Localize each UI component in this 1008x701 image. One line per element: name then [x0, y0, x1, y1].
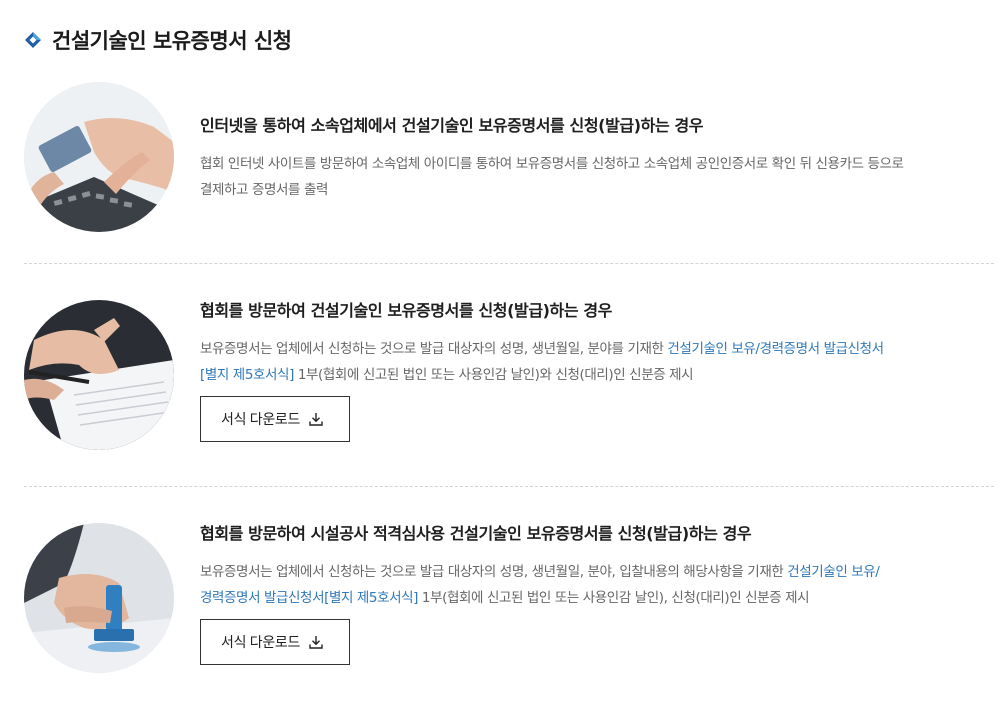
description-text: 보유증명서는 업체에서 신청하는 것으로 발급 대상자의 성명, 생년월일, 분…: [200, 564, 788, 580]
description-text: 1부(협회에 신고된 법인 또는 사용인감 날인), 신청(대리)인 신분증 제…: [418, 590, 810, 606]
application-form-link[interactable]: 건설기술인 보유/: [787, 564, 880, 580]
form-download-button[interactable]: 서식 다운로드: [200, 619, 350, 665]
blue-diamond-icon: [24, 31, 42, 49]
section-title: 협회를 방문하여 건설기술인 보유증명서를 신청(발급)하는 경우: [200, 301, 612, 320]
description-line: 협회 인터넷 사이트를 방문하여 소속업체 아이디를 통하여 보유증명서를 신청…: [200, 156, 904, 172]
form-download-button[interactable]: 서식 다운로드: [200, 396, 350, 442]
section-qualification-application: 협회를 방문하여 시설공사 적격심사용 건설기술인 보유증명서를 신청(발급)하…: [24, 487, 994, 687]
application-form-link[interactable]: [별지 제5호서식]: [200, 367, 294, 383]
section-content: 인터넷을 통하여 소속업체에서 건설기술인 보유증명서를 신청(발급)하는 경우…: [200, 115, 994, 203]
section-title: 인터넷을 통하여 소속업체에서 건설기술인 보유증명서를 신청(발급)하는 경우: [200, 116, 704, 135]
application-form-link[interactable]: 건설기술인 보유/경력증명서 발급신청서: [667, 341, 884, 357]
card-payment-keyboard-photo: [24, 82, 174, 232]
application-form-link[interactable]: 경력증명서 발급신청서[별지 제5호서식]: [200, 590, 418, 606]
description-line: [별지 제5호서식] 1부(협회에 신고된 법인 또는 사용인감 날인)와 신청…: [200, 362, 994, 388]
stamp-seal-photo: [24, 523, 174, 673]
section-title: 협회를 방문하여 시설공사 적격심사용 건설기술인 보유증명서를 신청(발급)하…: [200, 524, 752, 543]
description-text: 보유증명서는 업체에서 신청하는 것으로 발급 대상자의 성명, 생년월일, 분…: [200, 341, 668, 357]
section-description: 보유증명서는 업체에서 신청하는 것으로 발급 대상자의 성명, 생년월일, 분…: [200, 336, 994, 388]
page-header: 건설기술인 보유증명서 신청: [24, 26, 292, 54]
description-line: 보유증명서는 업체에서 신청하는 것으로 발급 대상자의 성명, 생년월일, 분…: [200, 336, 994, 362]
section-online-application: 인터넷을 통하여 소속업체에서 건설기술인 보유증명서를 신청(발급)하는 경우…: [24, 82, 994, 264]
section-description: 보유증명서는 업체에서 신청하는 것으로 발급 대상자의 성명, 생년월일, 분…: [200, 559, 994, 611]
button-label: 서식 다운로드: [221, 411, 301, 427]
description-line: 경력증명서 발급신청서[별지 제5호서식] 1부(협회에 신고된 법인 또는 사…: [200, 585, 994, 611]
section-description: 협회 인터넷 사이트를 방문하여 소속업체 아이디를 통하여 보유증명서를 신청…: [200, 151, 994, 203]
section-content: 협회를 방문하여 건설기술인 보유증명서를 신청(발급)하는 경우 보유증명서는…: [200, 300, 994, 442]
description-text: 1부(협회에 신고된 법인 또는 사용인감 날인)와 신청(대리)인 신분증 제…: [293, 367, 694, 383]
download-icon: [308, 411, 324, 427]
page-title: 건설기술인 보유증명서 신청: [52, 29, 292, 53]
download-icon: [308, 634, 324, 650]
description-line: 보유증명서는 업체에서 신청하는 것으로 발급 대상자의 성명, 생년월일, 분…: [200, 559, 994, 585]
document-signing-photo: [24, 300, 174, 450]
section-content: 협회를 방문하여 시설공사 적격심사용 건설기술인 보유증명서를 신청(발급)하…: [200, 523, 994, 665]
section-visit-application: 협회를 방문하여 건설기술인 보유증명서를 신청(발급)하는 경우 보유증명서는…: [24, 264, 994, 487]
button-label: 서식 다운로드: [221, 634, 301, 650]
description-line: 결제하고 증명서를 출력: [200, 182, 328, 198]
